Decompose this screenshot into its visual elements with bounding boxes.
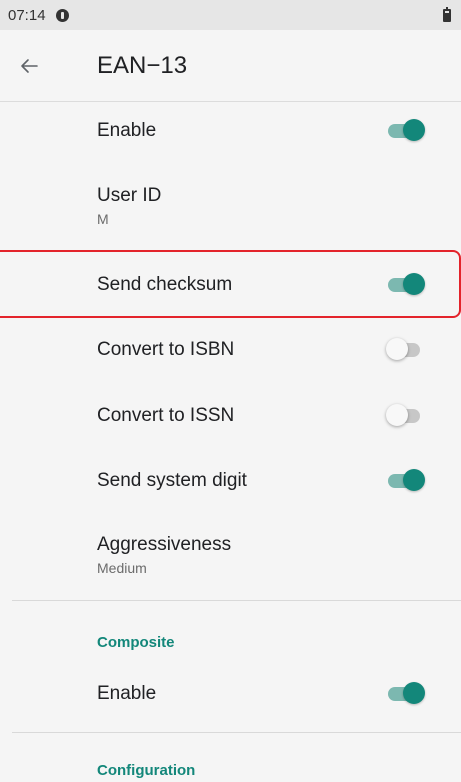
pref-title: Enable — [97, 682, 157, 704]
pref-title: Send system digit — [97, 469, 247, 491]
pref-summary: Medium — [97, 560, 147, 576]
divider — [12, 600, 461, 601]
notification-icon — [55, 8, 69, 22]
category-configuration: Configuration — [97, 762, 196, 779]
category-composite: Composite — [97, 634, 175, 651]
status-time: 07:14 — [8, 6, 46, 24]
pref-title: Enable — [97, 119, 157, 141]
convert-isbn-switch[interactable] — [386, 337, 426, 363]
arrow-back-icon — [21, 58, 38, 73]
back-button[interactable] — [20, 41, 70, 91]
send-checksum-switch[interactable] — [386, 272, 426, 298]
pref-user-id[interactable]: User ID M — [0, 171, 461, 243]
pref-convert-isbn[interactable]: Convert to ISBN — [0, 321, 461, 378]
send-system-digit-switch[interactable] — [386, 468, 426, 494]
enable-switch[interactable] — [386, 118, 426, 144]
divider — [12, 732, 461, 733]
battery-icon — [443, 6, 451, 22]
pref-convert-issn[interactable]: Convert to ISSN — [0, 387, 461, 444]
pref-title: Aggressiveness — [97, 534, 232, 555]
pref-title: Convert to ISSN — [97, 404, 235, 426]
page-title: EAN−13 — [97, 51, 188, 79]
pref-send-checksum[interactable]: Send checksum — [0, 256, 461, 313]
pref-send-system-digit[interactable]: Send system digit — [0, 452, 461, 509]
pref-title: User ID — [97, 185, 162, 206]
convert-issn-switch[interactable] — [386, 403, 426, 429]
app-bar: EAN−13 — [0, 30, 461, 102]
pref-aggressiveness[interactable]: Aggressiveness Medium — [0, 522, 461, 594]
status-bar: 07:14 — [0, 0, 461, 30]
pref-composite-enable[interactable]: Enable — [0, 665, 461, 722]
pref-enable[interactable]: Enable — [0, 102, 461, 159]
pref-summary: M — [97, 211, 109, 227]
composite-enable-switch[interactable] — [386, 681, 426, 707]
pref-title: Convert to ISBN — [97, 338, 235, 360]
pref-title: Send checksum — [97, 273, 233, 295]
